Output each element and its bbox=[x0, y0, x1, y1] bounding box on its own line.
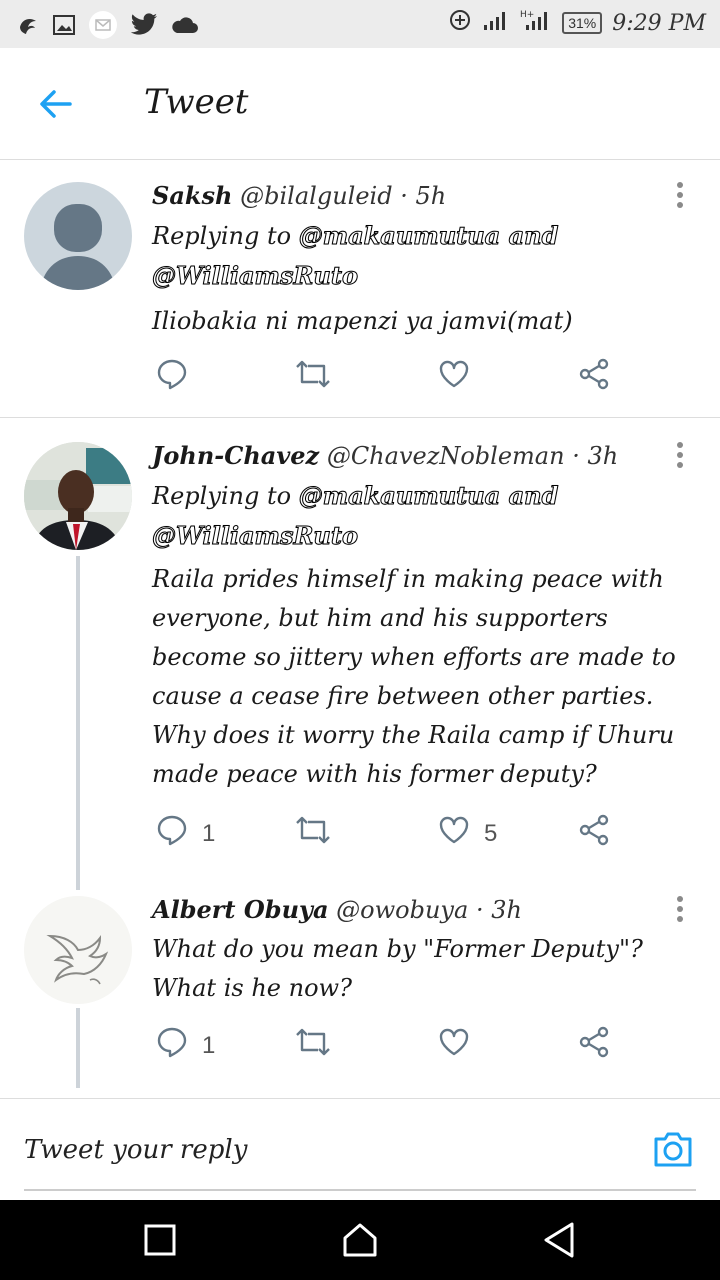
share-icon bbox=[578, 358, 610, 397]
tweet-content: John-Chavez @ChavezNobleman · 3h Replyin… bbox=[152, 436, 702, 794]
tweet-actions: 1 bbox=[152, 1026, 672, 1066]
reply-count: 1 bbox=[202, 1031, 216, 1059]
heart-icon bbox=[438, 1026, 470, 1065]
signal-icon bbox=[482, 9, 510, 37]
twitter-icon bbox=[130, 13, 158, 42]
more-options-icon[interactable] bbox=[676, 182, 684, 212]
retweet-button[interactable] bbox=[294, 814, 332, 853]
reply-input[interactable]: Tweet your reply bbox=[24, 1135, 247, 1165]
mention-link[interactable]: @WilliamsRuto bbox=[152, 261, 359, 291]
share-button[interactable] bbox=[578, 814, 610, 853]
battery-indicator: 31% bbox=[562, 12, 603, 34]
camera-icon[interactable] bbox=[652, 1129, 694, 1173]
mention-link[interactable]: @makaumutua and bbox=[298, 481, 559, 511]
replying-label: Replying to bbox=[152, 482, 299, 510]
tweet-text: Iliobakia ni mapenzi ya jamvi(mat) bbox=[152, 307, 573, 335]
retweet-icon bbox=[294, 1026, 332, 1065]
tweet-time: · 5h bbox=[400, 182, 447, 210]
tweet-content: Saksh @bilalguleid · 5h Replying to @mak… bbox=[152, 176, 702, 341]
author-name[interactable]: Albert Obuya bbox=[152, 895, 329, 924]
tweet-actions: 1 5 bbox=[152, 814, 672, 854]
heart-icon bbox=[438, 814, 470, 853]
reply-composer[interactable]: Tweet your reply bbox=[0, 1098, 720, 1201]
avatar[interactable] bbox=[24, 182, 132, 290]
recents-button-icon[interactable] bbox=[144, 1220, 176, 1264]
like-button[interactable] bbox=[438, 358, 484, 397]
author-name[interactable]: Saksh bbox=[152, 181, 232, 210]
image-icon bbox=[52, 13, 76, 42]
retweet-button[interactable] bbox=[294, 358, 332, 397]
author-handle[interactable]: @bilalguleid bbox=[240, 182, 392, 210]
system-navigation-bar bbox=[0, 1200, 720, 1280]
author-name[interactable]: John-Chavez bbox=[152, 441, 319, 470]
tweet[interactable]: John-Chavez @ChavezNobleman · 3h Replyin… bbox=[0, 418, 720, 878]
like-button[interactable]: 5 bbox=[438, 814, 497, 853]
reply-button[interactable] bbox=[156, 358, 202, 397]
author-handle[interactable]: @ChavezNobleman bbox=[327, 442, 565, 470]
retweet-icon bbox=[294, 814, 332, 853]
back-arrow-icon[interactable] bbox=[36, 84, 76, 128]
svg-text:H+: H+ bbox=[520, 10, 534, 20]
reply-button[interactable]: 1 bbox=[156, 1026, 215, 1065]
tweet-time: · 3h bbox=[475, 896, 522, 924]
author-handle[interactable]: @owobuya bbox=[336, 896, 468, 924]
reply-icon bbox=[156, 1026, 188, 1065]
share-button[interactable] bbox=[578, 1026, 610, 1065]
heart-icon bbox=[438, 358, 470, 397]
retweet-icon bbox=[294, 358, 332, 397]
tweet-actions bbox=[152, 358, 672, 398]
tweet[interactable]: Saksh @bilalguleid · 5h Replying to @mak… bbox=[0, 160, 720, 417]
tweet-content: Albert Obuya @owobuya · 3h What do you m… bbox=[152, 890, 702, 1008]
reply-icon bbox=[156, 814, 188, 853]
reply-icon bbox=[156, 358, 188, 397]
status-bar: H+ 31% 9:29 PM bbox=[0, 0, 720, 48]
tweet[interactable]: Albert Obuya @owobuya · 3h What do you m… bbox=[0, 878, 720, 1098]
tweet-text: Raila prides himself in making peace wit… bbox=[152, 565, 676, 788]
more-options-icon[interactable] bbox=[676, 896, 684, 926]
app-notification-icon bbox=[16, 13, 40, 42]
avatar[interactable] bbox=[24, 442, 132, 550]
data-saver-icon bbox=[448, 8, 472, 38]
reply-underline bbox=[24, 1189, 696, 1191]
share-icon bbox=[578, 814, 610, 853]
more-options-icon[interactable] bbox=[676, 442, 684, 472]
like-button[interactable] bbox=[438, 1026, 484, 1065]
reply-button[interactable]: 1 bbox=[156, 814, 215, 853]
replying-label: Replying to bbox=[152, 222, 299, 250]
avatar[interactable] bbox=[24, 896, 132, 1004]
app-header: Tweet bbox=[0, 48, 720, 160]
like-count: 5 bbox=[484, 819, 498, 847]
cloud-icon bbox=[170, 15, 198, 40]
mention-link[interactable]: @makaumutua and bbox=[298, 221, 559, 251]
home-button-icon[interactable] bbox=[342, 1220, 378, 1264]
reply-count: 1 bbox=[202, 819, 216, 847]
mail-icon bbox=[88, 10, 118, 45]
share-button[interactable] bbox=[578, 358, 610, 397]
back-button-icon[interactable] bbox=[542, 1220, 576, 1264]
tweet-text: What do you mean by "Former Deputy"? Wha… bbox=[152, 935, 643, 1002]
tweet-time: · 3h bbox=[572, 442, 619, 470]
clock: 9:29 PM bbox=[612, 10, 706, 36]
share-icon bbox=[578, 1026, 610, 1065]
retweet-button[interactable] bbox=[294, 1026, 332, 1065]
signal-h-icon: H+ bbox=[520, 8, 552, 38]
mention-link[interactable]: @WilliamsRuto bbox=[152, 521, 359, 551]
page-title: Tweet bbox=[144, 82, 249, 122]
